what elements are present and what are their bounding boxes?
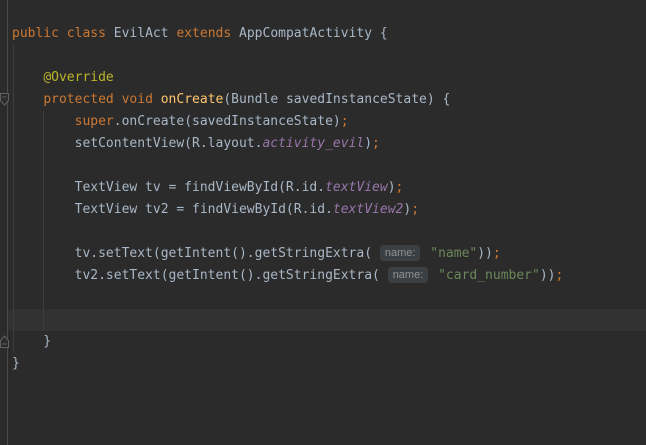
code-token: ;: [556, 268, 564, 283]
code-token: ;: [493, 246, 501, 261]
code-token: )): [540, 268, 556, 283]
code-token: )): [477, 246, 493, 261]
code-line[interactable]: protected void onCreate(Bundle savedInst…: [0, 89, 646, 111]
code-token: ;: [396, 180, 404, 195]
code-token: activity_evil: [262, 136, 364, 151]
code-line[interactable]: @Override: [0, 67, 646, 89]
code-token: ): [388, 180, 396, 195]
code-line[interactable]: }: [0, 353, 646, 375]
code-line[interactable]: }: [0, 331, 646, 353]
code-token: class: [67, 26, 106, 41]
code-token: [12, 70, 43, 85]
code-token: [59, 26, 67, 41]
code-token: ): [403, 202, 411, 217]
code-line[interactable]: setContentView(R.layout.activity_evil);: [0, 133, 646, 155]
code-token: extends: [176, 26, 231, 41]
code-line[interactable]: [0, 155, 646, 177]
fold-start-icon[interactable]: [0, 93, 10, 106]
code-editor[interactable]: public class EvilAct extends AppCompatAc…: [0, 0, 646, 445]
code-line[interactable]: tv.setText(getIntent().getStringExtra( n…: [0, 243, 646, 265]
code-token: tv.setText(getIntent().getStringExtra(: [12, 246, 380, 261]
parameter-hint-pill: name:: [388, 267, 429, 283]
code-token: protected: [43, 92, 113, 107]
code-token: [12, 114, 75, 129]
code-line[interactable]: TextView tv2 = findViewById(R.id.textVie…: [0, 199, 646, 221]
code-token: (Bundle savedInstanceState) {: [223, 92, 450, 107]
code-line[interactable]: [0, 287, 646, 309]
code-token: TextView tv2 = findViewById(R.id.: [12, 202, 333, 217]
code-token: [12, 92, 43, 107]
code-token: super: [75, 114, 114, 129]
code-token: ;: [341, 114, 349, 129]
code-token: [114, 92, 122, 107]
code-token: "name": [430, 246, 477, 261]
code-token: TextView tv = findViewById(R.id.: [12, 180, 325, 195]
code-token: .onCreate(savedInstanceState): [114, 114, 341, 129]
parameter-hint-pill: name:: [380, 245, 421, 261]
code-token: ;: [411, 202, 419, 217]
code-line[interactable]: [0, 309, 646, 331]
code-line[interactable]: [0, 221, 646, 243]
code-token: ): [364, 136, 372, 151]
code-token: void: [122, 92, 153, 107]
code-token: }: [12, 356, 20, 371]
code-token: [153, 92, 161, 107]
code-token: [430, 268, 438, 283]
code-token: setContentView(R.layout.: [12, 136, 262, 151]
code-token: textView2: [333, 202, 403, 217]
code-line[interactable]: super.onCreate(savedInstanceState);: [0, 111, 646, 133]
code-line[interactable]: tv2.setText(getIntent().getStringExtra( …: [0, 265, 646, 287]
code-token: @Override: [43, 70, 113, 85]
code-token: textView: [325, 180, 388, 195]
code-line[interactable]: public class EvilAct extends AppCompatAc…: [0, 23, 646, 45]
code-area[interactable]: public class EvilAct extends AppCompatAc…: [0, 23, 646, 375]
code-token: "card_number": [438, 268, 540, 283]
code-token: AppCompatActivity {: [231, 26, 388, 41]
code-token: EvilAct: [106, 26, 176, 41]
fold-end-icon[interactable]: [0, 335, 10, 348]
code-token: ;: [372, 136, 380, 151]
code-token: onCreate: [161, 92, 224, 107]
code-token: }: [12, 334, 51, 349]
code-token: public: [12, 26, 59, 41]
code-token: tv2.setText(getIntent().getStringExtra(: [12, 268, 388, 283]
code-line[interactable]: TextView tv = findViewById(R.id.textView…: [0, 177, 646, 199]
code-line[interactable]: [0, 45, 646, 67]
